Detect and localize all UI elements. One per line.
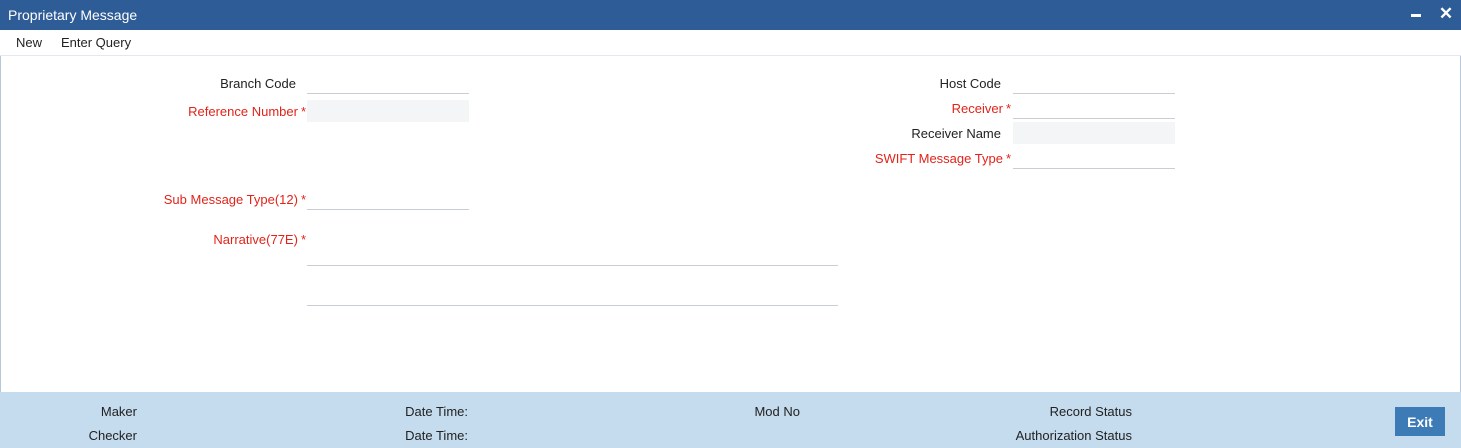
- enter-query-menu-item[interactable]: Enter Query: [61, 35, 131, 50]
- narrative-line-2-field[interactable]: [307, 284, 838, 306]
- menu-bar: New Enter Query: [0, 30, 1461, 56]
- required-marker: *: [1005, 101, 1011, 116]
- close-icon[interactable]: ✕: [1436, 4, 1456, 24]
- audit-footer: Maker Checker Date Time: Date Time: Mod …: [0, 392, 1461, 448]
- maker-label: Maker: [100, 404, 137, 419]
- reference-number-label-text: Reference Number: [188, 104, 298, 119]
- exit-button[interactable]: Exit: [1395, 407, 1445, 436]
- required-marker: *: [300, 104, 306, 119]
- narrative-line-1-field[interactable]: [307, 244, 838, 266]
- receiver-field[interactable]: [1013, 97, 1175, 119]
- receiver-label: Receiver *: [860, 101, 1011, 116]
- receiver-name-label: Receiver Name: [911, 126, 1001, 141]
- sub-message-type-label-text: Sub Message Type(12): [163, 192, 298, 207]
- receiver-label-text: Receiver: [951, 101, 1003, 116]
- title-bar: Proprietary Message ✕: [0, 0, 1461, 30]
- checker-label: Checker: [88, 428, 137, 443]
- reference-number-label: Reference Number *: [120, 104, 306, 119]
- mod-no-label: Mod No: [754, 404, 800, 419]
- window-frame: [0, 0, 1461, 448]
- reference-number-field: [307, 100, 469, 122]
- host-code-field[interactable]: [1013, 72, 1175, 94]
- swift-message-type-field[interactable]: [1013, 147, 1175, 169]
- swift-message-type-label: SWIFT Message Type *: [840, 151, 1011, 166]
- required-marker: *: [1005, 151, 1011, 166]
- required-marker: *: [300, 192, 306, 207]
- record-status-label: Record Status: [1049, 404, 1132, 419]
- narrative-label-text: Narrative(77E): [213, 232, 298, 247]
- minimize-icon[interactable]: [1406, 4, 1426, 24]
- receiver-name-field: [1013, 122, 1175, 144]
- swift-message-type-label-text: SWIFT Message Type: [874, 151, 1003, 166]
- authorization-status-label: Authorization Status: [1015, 428, 1132, 443]
- sub-message-type-label: Sub Message Type(12) *: [100, 192, 306, 207]
- new-menu-item[interactable]: New: [16, 35, 42, 50]
- host-code-label: Host Code: [939, 76, 1001, 91]
- required-marker: *: [300, 232, 306, 247]
- narrative-label: Narrative(77E) *: [140, 232, 306, 247]
- branch-code-label: Branch Code: [220, 76, 296, 91]
- maker-date-time-label: Date Time:: [405, 404, 468, 419]
- window-title: Proprietary Message: [8, 7, 138, 23]
- checker-date-time-label: Date Time:: [405, 428, 468, 443]
- sub-message-type-field[interactable]: [307, 188, 469, 210]
- branch-code-field[interactable]: [307, 72, 469, 94]
